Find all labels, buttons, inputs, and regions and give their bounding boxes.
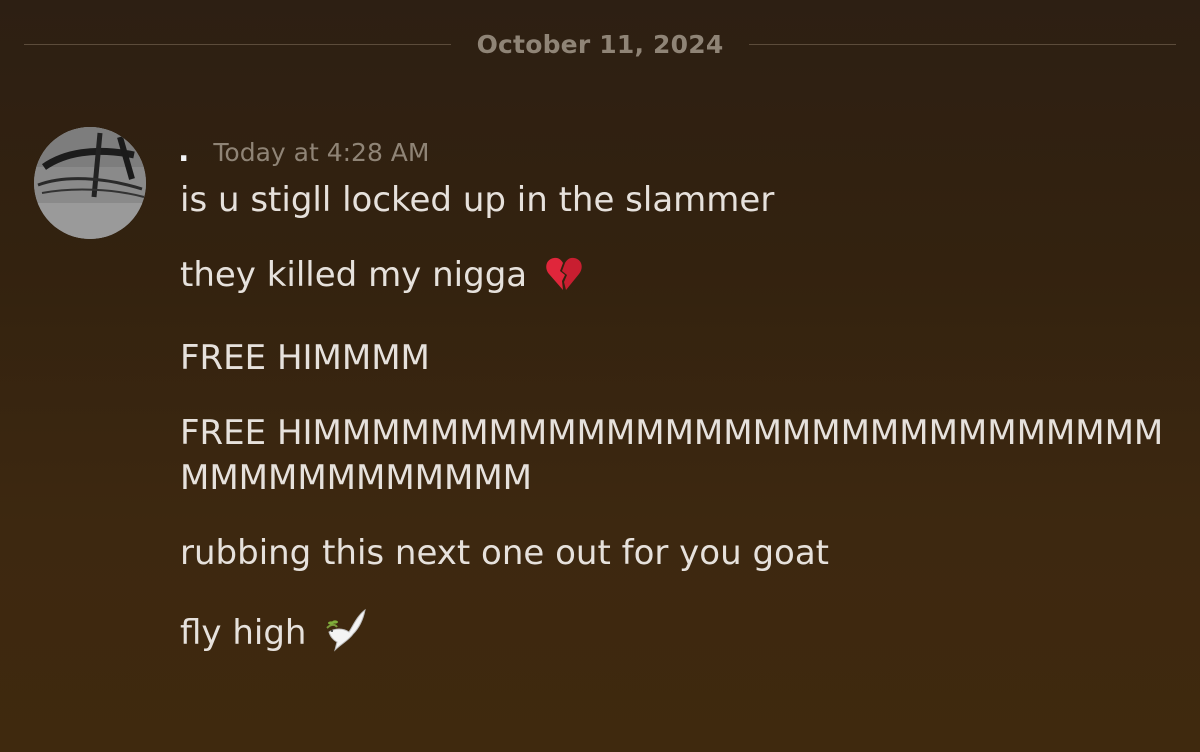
message-text-content: FREE HIMMMMMMMMMMMMMMMMMMMMMMMMMMMMMMMMM… — [180, 413, 1164, 498]
message-text: fly high — [180, 606, 1170, 664]
message-text: they killed my nigga — [180, 253, 1170, 306]
message-text-content: they killed my nigga — [180, 255, 528, 295]
message-group: is u stigll locked up in the slammer the… — [180, 178, 1170, 694]
dove-icon[interactable] — [323, 606, 369, 664]
message-text: FREE HIMMMM — [180, 336, 1170, 381]
author-name[interactable]: . — [178, 137, 189, 167]
message-text-content: is u stigll locked up in the slammer — [180, 180, 775, 220]
broken-heart-icon[interactable] — [544, 254, 584, 306]
message-text: FREE HIMMMMMMMMMMMMMMMMMMMMMMMMMMMMMMMMM… — [180, 411, 1170, 501]
divider-line-right — [749, 43, 1177, 45]
date-divider: October 11, 2024 — [24, 22, 1177, 66]
message-text-content: rubbing this next one out for you goat — [180, 533, 830, 573]
message-text: rubbing this next one out for you goat — [180, 531, 1170, 576]
message-header: . Today at 4:28 AM — [178, 132, 429, 172]
message-timestamp: Today at 4:28 AM — [213, 137, 430, 167]
divider-line-left — [24, 43, 451, 45]
date-divider-label: October 11, 2024 — [476, 29, 724, 59]
message-text-content: FREE HIMMMM — [180, 338, 430, 378]
avatar[interactable] — [34, 127, 146, 239]
message-text-content: fly high — [180, 613, 307, 653]
message-text: is u stigll locked up in the slammer — [180, 178, 1170, 223]
